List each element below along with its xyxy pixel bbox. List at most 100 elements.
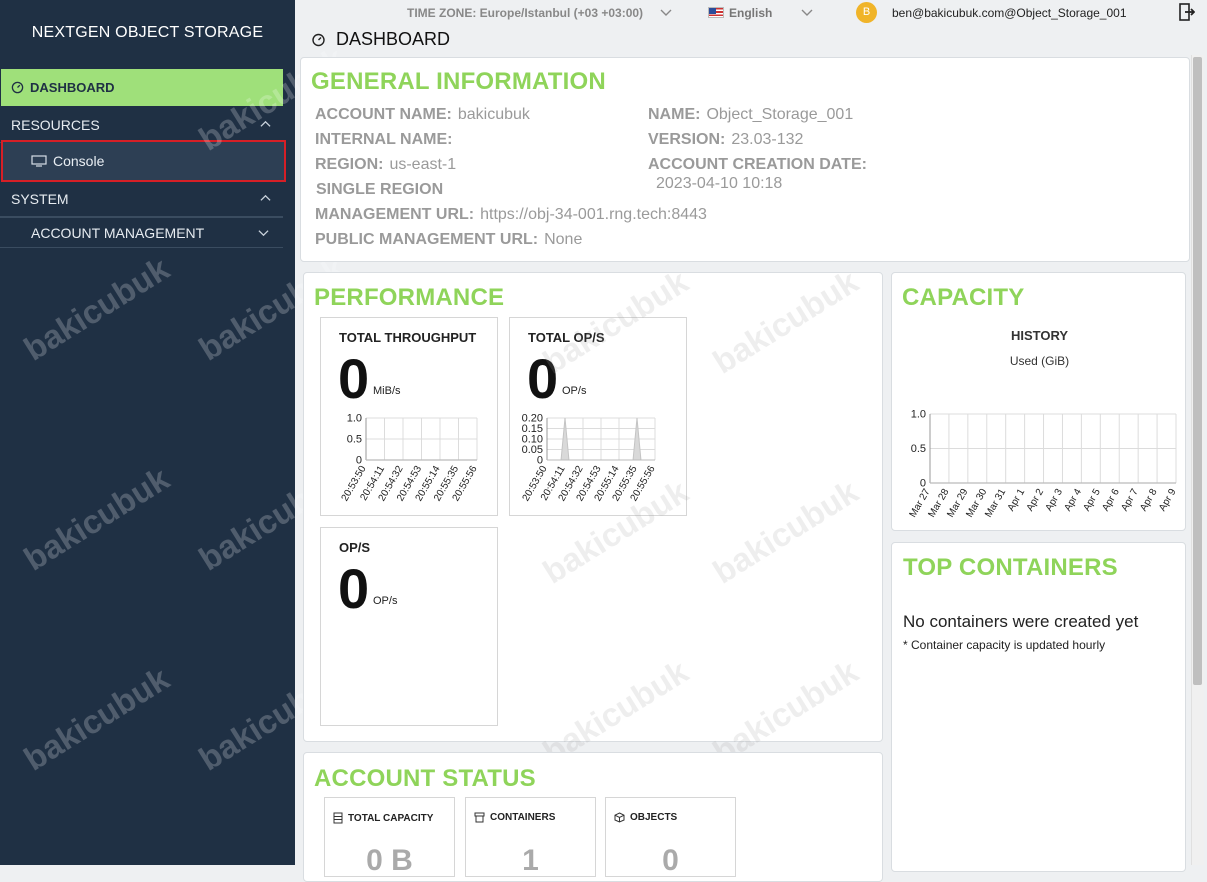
user-account[interactable]: ben@bakicubuk.com@Object_Storage_001 <box>892 6 1127 20</box>
sidebar-section-label: SYSTEM <box>11 190 69 207</box>
field-label: INTERNAL NAME: <box>315 131 453 148</box>
y-tick-label: 0.5 <box>911 443 926 455</box>
field-label: ACCOUNT NAME: <box>315 106 452 123</box>
account-status-card: ACCOUNT STATUS TOTAL CAPACITY 0 B CONTAI… <box>303 752 883 882</box>
page-title-text: DASHBOARD <box>336 29 451 49</box>
sidebar-item-label: Console <box>53 153 105 169</box>
monitor-icon <box>31 155 47 167</box>
scrollbar-thumb[interactable] <box>1193 57 1202 685</box>
capacity-history-chart: 1.00.50Mar 27Mar 28Mar 29Mar 30Mar 31Apr… <box>908 409 1179 520</box>
sidebar-item-label: ACCOUNT MANAGEMENT <box>31 224 205 241</box>
sidebar-section-resources[interactable]: RESOURCES <box>0 107 283 143</box>
field-label: ACCOUNT CREATION DATE: <box>648 156 867 173</box>
gauge-icon <box>11 81 24 94</box>
sidebar-section-system[interactable]: SYSTEM <box>0 181 283 217</box>
field-value: us-east-1 <box>389 156 457 173</box>
x-tick-label: Apr 7 <box>1119 487 1141 514</box>
field-label: PUBLIC MANAGEMENT URL: <box>315 231 539 248</box>
page-title: DASHBOARD <box>311 29 450 50</box>
chevron-down-icon[interactable] <box>660 8 672 18</box>
y-tick-label: 1.0 <box>911 409 926 421</box>
tile-title-text: TOTAL CAPACITY <box>348 812 434 824</box>
y-tick-label: 1.0 <box>347 413 362 425</box>
single-region-row: SINGLE REGION <box>316 181 443 199</box>
watermark: bakicubuk <box>17 249 176 368</box>
top-containers-card: TOP CONTAINERS No containers were create… <box>891 542 1186 872</box>
x-tick-label: Apr 9 <box>1157 487 1179 514</box>
field-value: Object_Storage_001 <box>706 106 854 123</box>
storage-icon <box>333 812 343 824</box>
cube-icon <box>614 812 625 823</box>
field-label: VERSION: <box>648 131 726 148</box>
management-url-row: MANAGEMENT URL: https://obj-34-001.rng.te… <box>315 206 707 224</box>
sidebar-item-dashboard[interactable]: DASHBOARD <box>1 69 283 106</box>
metric-unit: OP/s <box>373 595 398 607</box>
sidebar: NEXTGEN OBJECT STORAGE DASHBOARD RESOURC… <box>0 0 350 865</box>
brand-title: NEXTGEN OBJECT STORAGE <box>31 24 264 41</box>
sidebar-item-account-management[interactable]: ACCOUNT MANAGEMENT <box>0 217 283 248</box>
capacity-note: * Container capacity is updated hourly <box>903 638 1106 652</box>
field-label: REGION: <box>315 156 384 173</box>
timezone-selector[interactable]: TIME ZONE: Europe/Istanbul (+03 +03:00) <box>407 6 643 20</box>
total-throughput-panel: TOTAL THROUGHPUT 0 MiB/s 1.0 0.5 0 20:53:50… <box>320 317 498 516</box>
general-information-card: GENERAL INFORMATION ACCOUNT NAME: bakicub… <box>300 57 1190 262</box>
field-label: MANAGEMENT URL: <box>315 206 475 223</box>
region-row: REGION: us-east-1 <box>315 156 456 174</box>
public-management-url-row: PUBLIC MANAGEMENT URL: None <box>315 231 582 249</box>
internal-name-row: INTERNAL NAME: <box>315 131 452 149</box>
archive-icon <box>474 812 485 823</box>
x-tick-label: Apr 3 <box>1044 487 1066 514</box>
watermark: bakicubuk <box>17 659 176 778</box>
account-name-row: ACCOUNT NAME: bakicubuk <box>315 106 530 124</box>
watermark: bakicubuk <box>706 472 865 591</box>
field-value: 2023-04-10 10:18 <box>656 175 783 192</box>
metric-title: OP/S <box>339 540 371 555</box>
watermark: bakicubuk <box>17 459 176 578</box>
field-label: SINGLE REGION <box>316 181 444 198</box>
chevron-down-icon[interactable] <box>801 8 813 18</box>
field-value: https://obj-34-001.rng.tech:8443 <box>480 206 707 223</box>
field-value: 23.03-132 <box>731 131 804 148</box>
metric-value: 0 <box>338 557 370 620</box>
us-flag-icon <box>708 7 724 18</box>
watermark: bakicubuk <box>706 262 865 381</box>
language-selector[interactable]: English <box>729 6 772 20</box>
card-title: GENERAL INFORMATION <box>311 68 606 95</box>
total-capacity-tile: TOTAL CAPACITY 0 B <box>324 797 455 877</box>
empty-state-text: No containers were created yet <box>903 612 1139 631</box>
throughput-chart: 1.00.5020:53:5020:54:1120:54:3220:54:532… <box>340 413 480 504</box>
total-ops-panel: TOTAL OP/S 0 OP/s 0.20 0.15 0.10 0.05 0 20:53… <box>509 317 687 516</box>
chevron-up-icon <box>260 120 271 127</box>
y-tick-label: 0.5 <box>347 434 362 446</box>
tile-title-text: OBJECTS <box>630 812 678 823</box>
avatar[interactable]: B <box>856 2 877 23</box>
tile-title: TOTAL CAPACITY <box>333 812 433 824</box>
tile-title: OBJECTS <box>614 812 677 823</box>
sidebar-item-console[interactable]: Console <box>1 140 286 182</box>
chevron-up-icon <box>260 194 271 201</box>
tile-title-text: CONTAINERS <box>490 812 556 823</box>
top-bar: TIME ZONE: Europe/Istanbul (+03 +03:00) … <box>295 0 1207 27</box>
chevron-down-icon <box>258 230 269 237</box>
performance-card: PERFORMANCE TOTAL THROUGHPUT 0 MiB/s 1.0… <box>303 263 883 771</box>
tile-value: 1 <box>522 844 539 877</box>
card-title: TOP CONTAINERS <box>903 554 1118 581</box>
x-tick-label: Apr 1 <box>1006 487 1028 514</box>
x-tick-label: Apr 8 <box>1138 487 1160 514</box>
sidebar-section-label: RESOURCES <box>11 116 100 133</box>
tile-value: 0 <box>662 844 679 877</box>
name-row: NAME: Object_Storage_001 <box>648 106 853 124</box>
capacity-card: CAPACITY HISTORY Used (GiB) 1.0 0.5 0 Mar 2… <box>891 272 1186 531</box>
x-tick-label: Apr 6 <box>1100 487 1122 514</box>
card-title: PERFORMANCE <box>314 284 505 311</box>
containers-tile: CONTAINERS 1 <box>465 797 596 877</box>
gauge-icon <box>312 33 325 46</box>
logout-icon[interactable] <box>1179 3 1195 21</box>
objects-tile: OBJECTS 0 <box>605 797 736 877</box>
tile-title: CONTAINERS <box>474 812 555 823</box>
field-label: NAME: <box>648 106 701 123</box>
sidebar-item-label: DASHBOARD <box>30 80 115 95</box>
x-tick-label: Apr 5 <box>1081 487 1103 514</box>
creation-date-value: 2023-04-10 10:18 <box>656 175 782 193</box>
version-row: VERSION: 23.03-132 <box>648 131 803 149</box>
